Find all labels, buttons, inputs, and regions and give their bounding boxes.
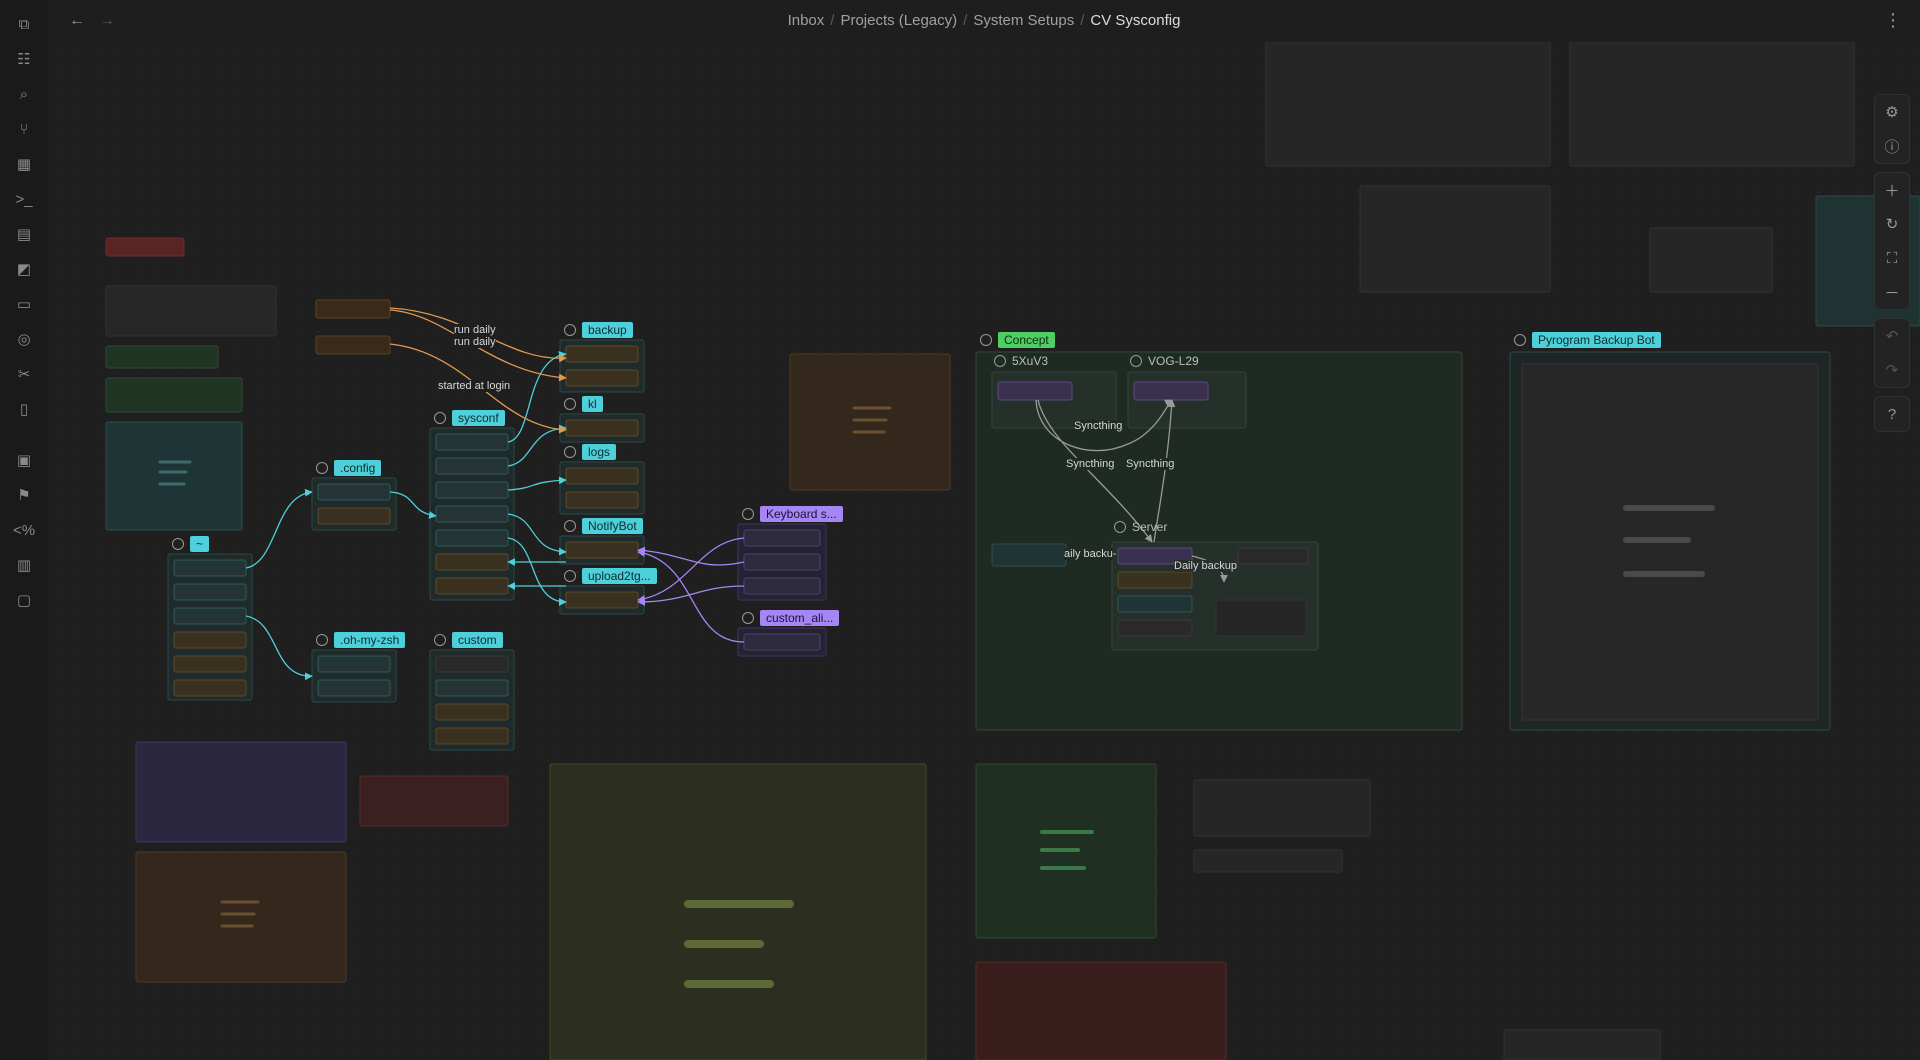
calendar-day-icon[interactable]: ▢ [12,588,36,612]
view-header: ← → Inbox / Projects (Legacy) / System Setup… [48,0,1920,42]
breadcrumb-item[interactable]: Projects (Legacy) [840,12,957,29]
note-card-teal[interactable] [105,421,243,531]
dashboard-icon[interactable]: ▦ [12,152,36,176]
note-card[interactable] [1649,227,1773,293]
note-card[interactable] [1569,42,1855,167]
settings-icon[interactable]: ⚙ [1875,95,1909,129]
undo-icon[interactable]: ↶ [1875,319,1909,353]
canvas-drawing [105,42,1920,1060]
redo-icon[interactable]: ↷ [1875,353,1909,387]
note-card-olive[interactable] [549,763,927,1060]
control-group-help: ? [1874,396,1910,432]
purple-edges[interactable] [637,537,745,643]
outline-icon[interactable]: ☷ [12,47,36,71]
control-group-top: ⚙ ⓘ [1874,94,1910,164]
note-card[interactable] [1193,779,1371,837]
calendar-month-icon[interactable]: ▥ [12,553,36,577]
note-card[interactable] [1193,849,1343,873]
breadcrumb: Inbox / Projects (Legacy) / System Setups / CV… [48,12,1920,29]
concept-group[interactable] [975,351,1463,731]
calendar-icon[interactable]: ▣ [12,448,36,472]
canvas-controls: ⚙ ⓘ ＋ ↻ ⛶ － ↶ ↷ ? [1874,94,1910,440]
note-card-red[interactable] [975,961,1227,1060]
note-card-red[interactable] [105,237,185,257]
cyan-edges[interactable] [245,351,567,681]
flag-icon[interactable]: ⚑ [12,483,36,507]
note-card-orange[interactable] [789,353,951,491]
canvas-view[interactable]: ~ .config .oh-my-zsh custom sysconf back… [48,42,1920,1060]
note-card-orange[interactable] [135,851,347,983]
terminal-icon[interactable]: >_ [12,187,36,211]
control-group-zoom: ＋ ↻ ⛶ － [1874,172,1910,310]
breadcrumb-item[interactable]: System Setups [973,12,1074,29]
breadcrumb-separator: / [830,12,835,29]
left-ribbon: ⧉ ☷ ⌕ ⑂ ▦ >_ ▤ ◩ ▭ ◎ ✂ ▯ ▣ ⚑ <% ▥ ▢ [0,0,49,1060]
note-card[interactable] [105,285,277,337]
reader-icon[interactable]: ▭ [12,292,36,316]
breadcrumb-separator: / [1080,12,1085,29]
note-card[interactable] [1503,1029,1661,1060]
breadcrumb-separator: / [963,12,968,29]
control-group-history: ↶ ↷ [1874,318,1910,388]
breadcrumb-current[interactable]: CV Sysconfig [1090,12,1180,29]
note-card-purple[interactable] [135,741,347,843]
info-icon[interactable]: ⓘ [1875,129,1909,163]
code-icon[interactable]: <% [12,518,36,542]
more-options-icon[interactable]: ⋮ [1884,10,1902,31]
zoom-out-icon[interactable]: － [1875,275,1909,309]
file-tree[interactable] [167,299,827,751]
note-card[interactable] [1359,185,1551,293]
fit-icon[interactable]: ⛶ [1875,241,1909,275]
orange-edges[interactable] [389,307,567,434]
note-card-red[interactable] [359,775,509,827]
tools-icon[interactable]: ✂ [12,362,36,386]
note-card-green[interactable] [105,377,243,413]
book-icon[interactable]: ▯ [12,397,36,421]
note-card-green[interactable] [105,345,219,369]
layout-icon[interactable]: ▤ [12,222,36,246]
note-card[interactable] [1265,42,1551,167]
reset-icon[interactable]: ↻ [1875,207,1909,241]
search-doc-icon[interactable]: ⌕ [12,82,36,106]
zoom-in-icon[interactable]: ＋ [1875,173,1909,207]
sync-icon[interactable]: ◎ [12,327,36,351]
breadcrumb-item[interactable]: Inbox [788,12,825,29]
graph-icon[interactable]: ⑂ [12,117,36,141]
canvas-icon[interactable]: ◩ [12,257,36,281]
pyrogram-group[interactable] [1509,351,1831,731]
files-icon[interactable]: ⧉ [12,12,36,36]
help-icon[interactable]: ? [1875,397,1909,431]
